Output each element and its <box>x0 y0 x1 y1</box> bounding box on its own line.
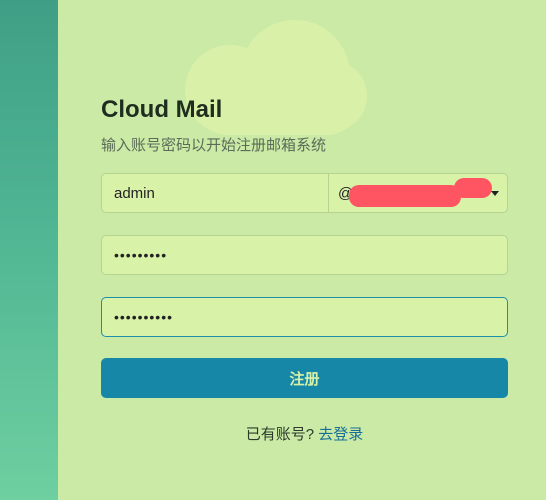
redaction-mark <box>349 185 461 207</box>
confirm-password-field[interactable]: •••••••••• <box>101 297 508 337</box>
email-username-input[interactable]: admin <box>102 185 328 202</box>
register-button[interactable]: 注册 <box>101 358 508 398</box>
login-link[interactable]: 去登录 <box>318 426 363 443</box>
app-title: Cloud Mail <box>101 96 223 123</box>
login-prompt-text: 已有账号? <box>245 426 315 443</box>
confirm-password-value: •••••••••• <box>114 309 174 325</box>
side-decoration <box>0 0 58 500</box>
domain-select[interactable]: @ <box>328 174 507 212</box>
login-prompt: 已有账号? 去登录 <box>101 423 508 444</box>
password-value: ••••••••• <box>114 247 168 263</box>
email-field[interactable]: admin @ <box>101 173 508 213</box>
redaction-mark <box>454 178 492 198</box>
register-subtitle: 输入账号密码以开始注册邮箱系统 <box>101 137 327 154</box>
chevron-down-icon[interactable] <box>491 191 499 196</box>
password-field[interactable]: ••••••••• <box>101 235 508 275</box>
